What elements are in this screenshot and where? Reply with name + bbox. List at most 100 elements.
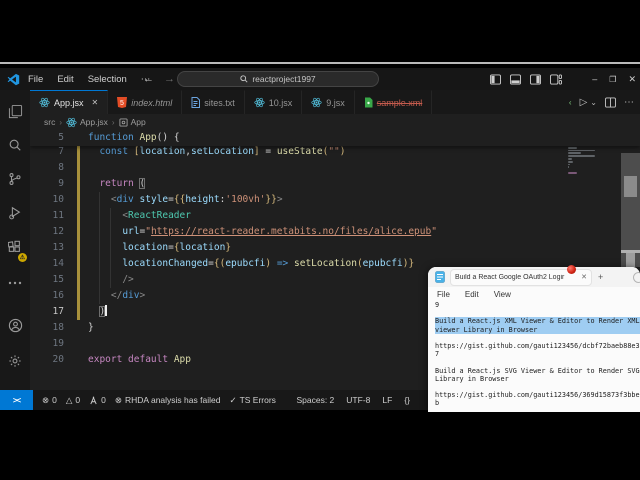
menu-file[interactable]: File [28, 74, 43, 85]
tab-app-jsx[interactable]: App.jsx✕ [30, 90, 108, 114]
status-item-utf-8[interactable]: UTF-8 [346, 395, 370, 405]
customize-layout-icon[interactable] [550, 74, 562, 85]
status-item-0[interactable]: △0 [66, 395, 80, 406]
error-icon: ⊗ [115, 395, 122, 406]
split-editor-icon[interactable] [605, 97, 616, 108]
breadcrumb-item-app-jsx[interactable]: App.jsx [66, 117, 108, 128]
react-icon [39, 97, 50, 108]
tab-sites-txt[interactable]: sites.txt [182, 90, 245, 114]
token: ) [340, 146, 346, 157]
notepad-menu-edit[interactable]: Edit [465, 290, 479, 299]
scrollbar-thumb[interactable] [624, 176, 637, 197]
nav-back-icon[interactable]: ← [143, 73, 154, 85]
toggle-secondary-sidebar-icon[interactable] [530, 74, 541, 85]
notepad-line: 7 [435, 350, 640, 358]
token: location [122, 242, 168, 253]
react-icon [254, 97, 265, 108]
code-line-10[interactable]: 10<div style={{height:'100vh'}}> [30, 192, 640, 208]
notepad-menu-view[interactable]: View [494, 290, 511, 299]
account-icon[interactable] [0, 312, 30, 338]
tab-sample-xml[interactable]: sample.xml [355, 90, 433, 114]
status-item-ts-errors[interactable]: ✓TS Errors [229, 395, 276, 406]
svg-text:5: 5 [120, 100, 124, 107]
breadcrumb-item-src[interactable]: src [44, 117, 55, 127]
code-line-13[interactable]: 13location={location} [30, 240, 640, 256]
toggle-sidebar-icon[interactable] [490, 74, 501, 85]
extensions-icon[interactable]: ⚠ [0, 234, 30, 260]
tab-label: 10.jsx [269, 98, 293, 108]
line-number: 19 [30, 336, 64, 352]
run-debug-icon[interactable] [0, 200, 30, 226]
token: => [277, 258, 288, 269]
editor-actions: ‹ ▷ ⌄ ⋯ [569, 90, 635, 114]
nav-forward-icon[interactable]: → [164, 73, 175, 85]
token: App [174, 354, 191, 365]
token: export [88, 354, 128, 365]
error-icon: ⊗ [42, 395, 49, 406]
line-number: 7 [30, 144, 64, 160]
status-item-0[interactable]: ⊗0 [42, 395, 57, 406]
toggle-panel-icon[interactable] [510, 74, 521, 85]
remote-indicator[interactable]: >< [0, 390, 33, 410]
symbol-icon [119, 118, 128, 127]
status-item-0[interactable]: 0 [89, 395, 106, 406]
minimap-line [568, 158, 572, 160]
notepad-menubar: File Edit View [428, 287, 640, 301]
run-button[interactable]: ▷ [580, 97, 588, 108]
line-number: 18 [30, 320, 64, 336]
editor-more-actions-icon[interactable]: ⋯ [624, 97, 635, 108]
status-item-lf[interactable]: LF [382, 395, 392, 405]
code-line-12[interactable]: 12url="https://react-reader.metabits.no/… [30, 224, 640, 240]
menu-edit[interactable]: Edit [57, 74, 73, 85]
tab-index-html[interactable]: 5index.html [108, 90, 182, 114]
menubar: FileEditSelection⋯ [28, 74, 150, 85]
minimap-line [568, 152, 581, 154]
close-button[interactable]: ✕ [628, 74, 636, 85]
token: div [122, 290, 139, 301]
restore-button[interactable]: ❐ [609, 75, 616, 84]
modified-lines-gutter [77, 144, 80, 320]
token: App [139, 132, 156, 143]
token: } [408, 258, 414, 269]
status-item--[interactable]: {} [404, 395, 410, 405]
sticky-scroll-line[interactable]: 5function App() { [30, 130, 640, 146]
status-item-spaces-2[interactable]: Spaces: 2 [296, 395, 334, 405]
react-icon [66, 117, 77, 128]
settings-gear-icon[interactable] [0, 348, 30, 374]
tab-9-jsx[interactable]: 9.jsx [302, 90, 355, 114]
line-number: 5 [30, 130, 64, 146]
breadcrumb-item-app[interactable]: App [119, 117, 146, 127]
search-icon[interactable] [0, 132, 30, 158]
code-line-7[interactable]: 7const [location,setLocation] = useState… [30, 144, 640, 160]
explorer-icon[interactable] [0, 98, 30, 124]
minimap-line [568, 166, 569, 168]
tab-close-icon[interactable]: ✕ [92, 98, 99, 107]
more-icon[interactable] [0, 270, 30, 296]
notepad-new-tab-button[interactable]: + [598, 272, 603, 282]
notepad-text-area[interactable]: 9Build a React.js XML Viewer & Editor to… [428, 301, 640, 412]
token: "" [328, 146, 339, 157]
recording-indicator [567, 265, 576, 274]
background-window-scrollbar[interactable] [621, 153, 640, 267]
notepad-settings-icon[interactable] [633, 272, 640, 283]
code-line-11[interactable]: 11<ReactReader [30, 208, 640, 224]
token: location [180, 242, 226, 253]
token: } [225, 242, 231, 253]
code-line-9[interactable]: 9return ( [30, 176, 640, 192]
token: location [140, 146, 186, 157]
command-center-search[interactable]: reactproject1997 [177, 71, 379, 87]
tab-10-jsx[interactable]: 10.jsx [245, 90, 303, 114]
source-control-icon[interactable] [0, 166, 30, 192]
token: style [140, 194, 169, 205]
code-line-8[interactable]: 8 [30, 160, 640, 176]
run-dropdown-icon[interactable]: ⌄ [590, 98, 597, 107]
layout-controls [490, 68, 562, 90]
notepad-line [435, 309, 640, 317]
notepad-tab-close-icon[interactable]: ✕ [581, 273, 587, 281]
breadcrumb-separator: › [59, 118, 62, 127]
minimize-button[interactable]: – [592, 74, 597, 84]
code-line-5[interactable]: 5function App() { [30, 130, 640, 146]
notepad-menu-file[interactable]: File [437, 290, 450, 299]
menu-selection[interactable]: Selection [88, 74, 127, 85]
status-item-rhda-analysis-has-failed[interactable]: ⊗RHDA analysis has failed [115, 395, 221, 406]
